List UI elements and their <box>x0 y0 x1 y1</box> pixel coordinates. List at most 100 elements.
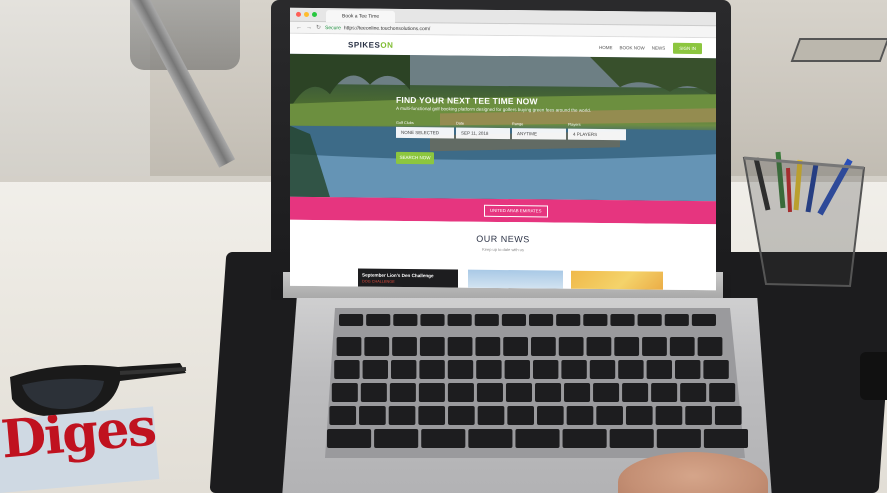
keyboard-key <box>535 383 562 402</box>
news-subtitle: Keep up to date with us <box>482 246 524 253</box>
keyboard-key <box>503 337 528 356</box>
keyboard-key <box>589 360 616 379</box>
keyboard-key <box>418 406 446 425</box>
news-card-beach[interactable] <box>468 269 563 291</box>
secure-label: Secure <box>325 24 341 31</box>
laptop-screen: Book a Tee Time ← → ↻ Secure https://tee… <box>290 7 716 291</box>
forward-arrow-icon[interactable]: → <box>306 24 312 30</box>
keyboard-key <box>556 314 581 326</box>
keyboard-key <box>564 383 591 402</box>
keyboard-key <box>474 314 499 326</box>
keyboard-key <box>336 337 362 356</box>
keyboard-key <box>419 360 445 379</box>
floor-outlet <box>790 38 887 62</box>
logo-text: SPIKES <box>348 39 381 50</box>
keyboard-key <box>618 360 644 379</box>
keyboard-key <box>622 383 649 402</box>
pen-holder <box>742 151 866 288</box>
keyboard <box>325 308 748 458</box>
keyboard-key <box>691 314 716 326</box>
keyboard-key <box>709 383 736 402</box>
keyboard-key <box>362 360 388 379</box>
keyboard-key <box>504 360 530 379</box>
keyboard-key <box>366 314 391 326</box>
keyboard-key <box>685 406 712 425</box>
reload-icon[interactable]: ↻ <box>316 24 321 31</box>
site-logo[interactable]: SPIKESON <box>348 40 393 49</box>
keyboard-key <box>675 360 701 379</box>
keyboard-key <box>505 383 532 402</box>
keyboard-key <box>637 314 662 326</box>
date-label: Date <box>456 121 465 126</box>
keyboard-key <box>697 337 723 356</box>
keyboard-key <box>420 314 445 326</box>
keyboard-key <box>391 360 417 379</box>
country-selector-button[interactable]: UNITED ARAB EMIRATES <box>484 204 548 218</box>
keyboard-key <box>515 429 560 448</box>
hero-title: FIND YOUR NEXT TEE TIME NOW <box>396 94 538 107</box>
keyboard-key <box>614 337 640 356</box>
url-text[interactable]: https://teeonline.touchonsolutions.com/ <box>344 25 430 32</box>
keyboard-key <box>586 337 612 356</box>
keyboard-key <box>664 314 689 326</box>
keyboard-key <box>703 360 729 379</box>
keyboard-key <box>562 429 607 448</box>
browser-tab[interactable]: Book a Tee Time <box>326 10 396 23</box>
keyboard-key <box>329 406 357 425</box>
range-select[interactable]: ANYTIME <box>512 128 566 140</box>
keyboard-key <box>609 429 654 448</box>
nav-news[interactable]: NEWS <box>652 45 666 50</box>
keyboard-key <box>359 406 386 425</box>
nav-home[interactable]: HOME <box>599 45 613 50</box>
nav-book-now[interactable]: BOOK NOW <box>619 45 644 50</box>
range-label: Range <box>512 122 524 127</box>
smartphone <box>860 352 887 400</box>
keyboard-key <box>501 314 526 326</box>
keyboard-key <box>669 337 695 356</box>
keyboard-key <box>393 314 418 326</box>
golf-clubs-select[interactable]: NONE SELECTED <box>396 126 454 139</box>
keyboard-key <box>447 314 472 326</box>
keyboard-key <box>447 383 474 402</box>
keyboard-key <box>703 429 748 448</box>
keyboard-key <box>374 429 419 448</box>
keyboard-key <box>714 406 742 425</box>
keyboard-key <box>642 337 667 356</box>
golf-magazine: Digest <box>0 406 160 493</box>
keyboard-key <box>566 406 594 425</box>
background-window <box>0 0 150 200</box>
news-title: OUR NEWS <box>476 233 530 245</box>
keyboard-key <box>447 337 473 356</box>
keyboard-key <box>507 406 534 425</box>
window-minimize-icon[interactable] <box>304 11 309 17</box>
keyboard-key <box>389 383 416 402</box>
keyboard-key <box>447 360 474 379</box>
keyboard-key <box>360 383 387 402</box>
keyboard-key <box>448 406 475 425</box>
keyboard-key <box>593 383 620 402</box>
keyboard-key <box>388 406 416 425</box>
date-input[interactable]: SEP 11, 2018 <box>456 127 510 140</box>
back-arrow-icon[interactable]: ← <box>296 24 302 30</box>
logo-accent: ON <box>380 40 394 50</box>
keyboard-key <box>364 337 390 356</box>
window-close-icon[interactable] <box>296 11 301 17</box>
keyboard-key <box>327 429 372 448</box>
hero-section: FIND YOUR NEXT TEE TIME NOW A multi-func… <box>290 53 716 202</box>
keyboard-key <box>468 429 513 448</box>
news-card-title: September Lion's Den Challenge <box>362 272 434 279</box>
players-select[interactable]: 4 PLAYERS <box>568 128 626 141</box>
window-maximize-icon[interactable] <box>312 11 317 18</box>
keyboard-key <box>655 406 683 425</box>
keyboard-key <box>558 337 584 356</box>
keyboard-key <box>419 337 445 356</box>
news-card-sunset[interactable] <box>571 270 663 291</box>
keyboard-key <box>421 429 466 448</box>
keyboard-key <box>646 360 672 379</box>
search-now-button[interactable]: SEARCH NOW <box>396 151 434 165</box>
keyboard-key <box>610 314 635 326</box>
news-section: OUR NEWS Keep up to date with us Septemb… <box>290 219 716 291</box>
players-label: Players <box>568 122 581 127</box>
keyboard-key <box>477 406 505 425</box>
sign-in-button[interactable]: SIGN IN <box>673 42 702 54</box>
